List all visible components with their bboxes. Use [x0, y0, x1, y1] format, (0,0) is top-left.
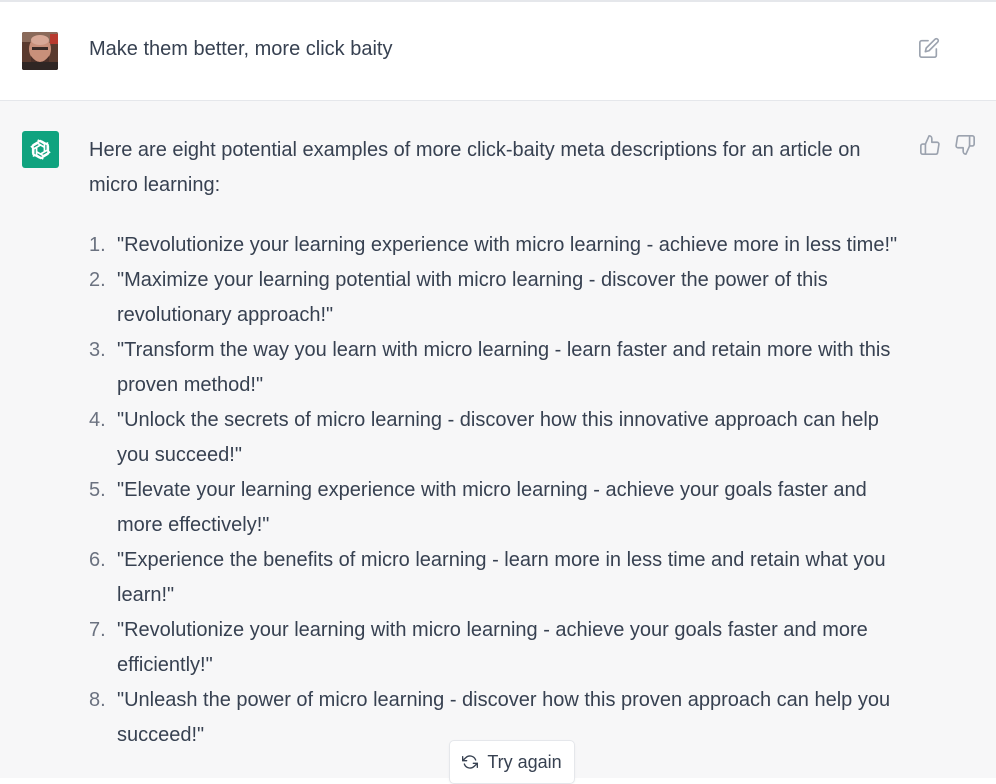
meta-description-list: 1. "Revolutionize your learning experienc… [89, 228, 899, 753]
list-item: 5. "Elevate your learning experience with… [89, 473, 899, 543]
list-item-number: 8. [89, 689, 106, 711]
list-item-text: "Revolutionize your learning experience … [117, 234, 898, 256]
try-again-button[interactable]: Try again [449, 740, 575, 784]
list-item: 6. "Experience the benefits of micro lear… [89, 543, 899, 613]
list-item-number: 5. [89, 479, 106, 501]
list-item-text: "Unlock the secrets of micro learning - … [117, 409, 879, 466]
list-item: 4. "Unlock the secrets of micro learning … [89, 403, 899, 473]
refresh-icon [462, 754, 479, 770]
try-again-label: Try again [487, 751, 562, 772]
list-item-text: "Unleash the power of micro learning - d… [117, 689, 891, 746]
list-item-text: "Transform the way you learn with micro … [117, 339, 891, 396]
user-message-text: Make them better, more click baity [89, 38, 393, 60]
list-item-text: "Maximize your learning potential with m… [117, 269, 828, 326]
list-item-text: "Experience the benefits of micro learni… [117, 549, 886, 606]
user-avatar [22, 32, 58, 70]
assistant-message-row: Here are eight potential examples of mor… [0, 101, 996, 778]
thumbs-up-icon[interactable] [919, 134, 941, 156]
list-item-number: 6. [89, 549, 106, 571]
list-item: 2. "Maximize your learning potential with… [89, 263, 899, 333]
thumbs-down-icon[interactable] [954, 134, 976, 156]
user-message-row: Make them better, more click baity [0, 2, 996, 101]
assistant-intro: Here are eight potential examples of mor… [89, 139, 861, 196]
assistant-message-content: Here are eight potential examples of mor… [89, 133, 899, 753]
list-item-text: "Revolutionize your learning with micro … [117, 619, 868, 676]
list-item-text: "Elevate your learning experience with m… [117, 479, 867, 536]
list-item-number: 4. [89, 409, 106, 431]
openai-logo-icon [22, 131, 59, 168]
list-item: 7. "Revolutionize your learning with micr… [89, 613, 899, 683]
edit-icon[interactable] [918, 37, 940, 59]
list-item-number: 3. [89, 339, 106, 361]
list-item: 3. "Transform the way you learn with micr… [89, 333, 899, 403]
list-item-number: 2. [89, 269, 106, 291]
list-item-number: 7. [89, 619, 106, 641]
list-item: 1. "Revolutionize your learning experienc… [89, 228, 899, 263]
list-item-number: 1. [89, 234, 106, 256]
